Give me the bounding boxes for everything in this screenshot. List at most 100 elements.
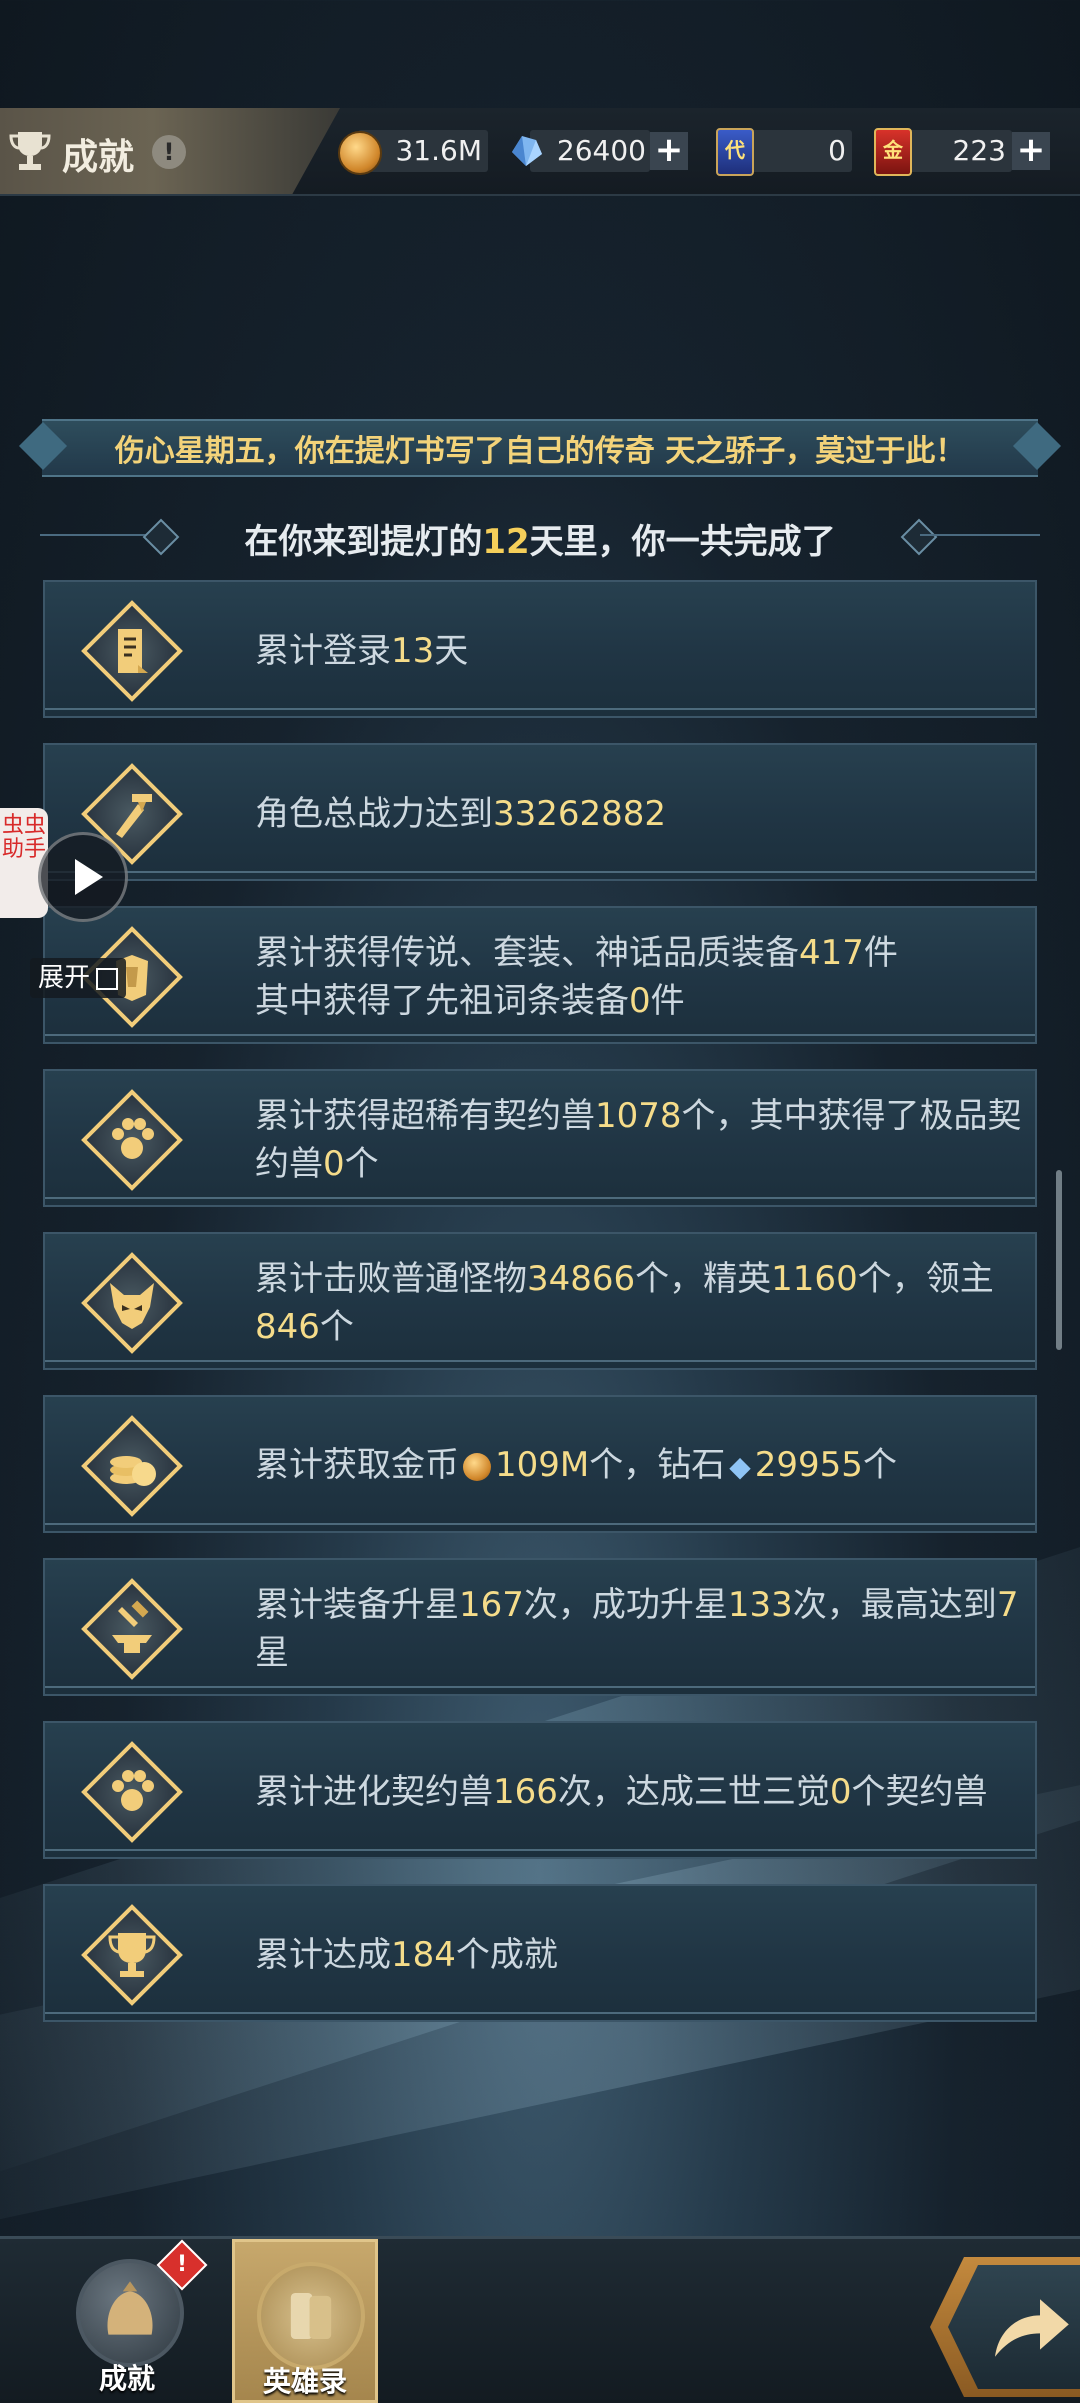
achievement-value: 33262882 (493, 794, 667, 834)
achievement-label: 个成就 (455, 1935, 558, 1975)
diamond-icon (512, 136, 542, 166)
gold-coin-icon (338, 131, 382, 175)
play-button[interactable] (38, 832, 128, 922)
achievement-row: 累计装备升星167次，成功升星133次，最高达到7 星 (43, 1558, 1037, 1696)
voucher-resource: 代 0 (712, 128, 852, 176)
expand-label: 展开 (38, 963, 91, 993)
achievement-label: 累计达成 (255, 1935, 391, 1975)
tab-hero-record-label: 英雄录 (262, 2365, 347, 2398)
scrollbar[interactable] (1056, 1170, 1062, 1350)
gold-card-value: 223 (952, 134, 1006, 167)
achievement-row: 累计获得超稀有契约兽1078个，其中获得了极品契约兽0个 (43, 1069, 1037, 1207)
achievement-value: 417 (799, 933, 864, 973)
share-button[interactable] (930, 2257, 1080, 2397)
anvil-hammer-icon (77, 1574, 187, 1684)
achievement-row: 累计达成184个成就 (43, 1884, 1037, 2022)
achievement-label: 个 (319, 1307, 354, 1347)
achievement-value: 34866 (527, 1259, 636, 1299)
achievement-label: 星 (255, 1633, 289, 1673)
achievement-value: 167 (459, 1585, 524, 1625)
achievement-text: 角色总战力达到33262882 (255, 745, 1025, 883)
achievement-row: 累计进化契约兽166次，达成三世三觉0个契约兽 (43, 1721, 1037, 1859)
achievement-label: 累计登录 (255, 631, 391, 671)
achievement-value: 13 (391, 631, 435, 671)
achievement-value: 0 (323, 1144, 345, 1184)
summary-text: 在你来到提灯的12天里，你一共完成了 (244, 522, 836, 562)
achievement-label: 件 (863, 933, 898, 973)
add-diamond-button[interactable]: + (650, 132, 688, 170)
achievement-label: 个 (862, 1445, 897, 1485)
tab-hero-record[interactable]: 英雄录 (232, 2239, 378, 2403)
achievement-label: 累计装备升星 (255, 1585, 459, 1625)
achievement-row: 累计获得传说、套装、神话品质装备417件 其中获得了先祖词条装备0件 (43, 906, 1037, 1044)
achievement-label: 累计获得超稀有契约兽 (255, 1096, 595, 1136)
gold-card-resource: 金 223 + (870, 128, 1054, 176)
achievement-value: 133 (727, 1585, 793, 1625)
achievement-value: 109M (495, 1445, 590, 1485)
achievement-value: 0 (629, 981, 651, 1021)
achievement-label: 次，达成三世三觉 (557, 1772, 830, 1812)
achievement-label: 累计进化契约兽 (255, 1772, 493, 1812)
trophy-icon (77, 1900, 187, 2010)
achievement-text: 累计进化契约兽166次，达成三世三觉0个契约兽 (255, 1723, 1025, 1861)
achievement-label: 次，最高达到 (792, 1585, 997, 1625)
achievement-label: 角色总战力达到 (255, 794, 493, 834)
achievement-label: 个 (344, 1144, 379, 1184)
trophy-icon (9, 132, 51, 170)
achievement-label: 件 (650, 981, 685, 1021)
achievement-label: 次，成功升星 (523, 1585, 728, 1625)
achievement-value: 184 (391, 1935, 456, 1975)
achievement-label: 天 (434, 631, 469, 671)
login-scroll-icon (77, 596, 187, 706)
coin-stack-icon (77, 1411, 187, 1521)
achievement-label: 个，领主 (857, 1259, 994, 1299)
achievement-value: 1160 (771, 1259, 858, 1299)
share-button-inner (948, 2265, 1080, 2389)
diamond-resource: 26400 + (506, 130, 692, 172)
title-plate: 成就 ! (0, 108, 340, 194)
add-gold-card-button[interactable]: + (1012, 132, 1050, 170)
achievement-label: 个，精英 (635, 1259, 772, 1299)
achievement-text: 累计击败普通怪物34866个，精英1160个，领主 846个 (255, 1234, 1025, 1372)
gold-card-icon: 金 (874, 128, 912, 176)
achievement-text: 累计登录13天 (255, 582, 1025, 720)
achievement-text: 累计获得超稀有契约兽1078个，其中获得了极品契约兽0个 (255, 1071, 1025, 1209)
expand-button[interactable]: 展开 (30, 958, 127, 998)
achievement-text: 累计装备升星167次，成功升星133次，最高达到7 星 (255, 1560, 1025, 1698)
achievement-label: 累计获得传说、套装、神话品质装备 (255, 933, 799, 973)
gold-value: 31.6M (395, 134, 482, 167)
achievement-value: 1078 (595, 1096, 682, 1136)
achievement-row: 累计登录13天 (43, 580, 1037, 718)
paw-beast-icon (77, 1085, 187, 1195)
achievement-value: 29955 (754, 1445, 863, 1485)
achievement-value: 846 (255, 1307, 320, 1347)
gold-resource: 31.6M (338, 130, 488, 175)
achievement-text: 累计达成184个成就 (255, 1886, 1025, 2024)
achievement-row: 累计击败普通怪物34866个，精英1160个，领主 846个 (43, 1232, 1037, 1370)
tab-achievements-label: 成就 (98, 2362, 155, 2395)
diamond-icon: ◆ (729, 1450, 751, 1483)
diamond-value: 26400 (556, 134, 646, 167)
achievement-label: 其中获得了先祖词条装备 (255, 981, 629, 1021)
top-bar: 成就 ! 31.6M 26400 + 代 0 金 223 + (0, 108, 1080, 196)
paw-evolve-icon (77, 1737, 187, 1847)
achievement-value: 7 (996, 1585, 1019, 1625)
banner-text: 伤心星期五，你在提灯书写了自己的传奇 天之骄子，莫过于此！ (114, 434, 966, 469)
info-icon[interactable]: ! (152, 135, 186, 169)
tab-achievements[interactable]: ! 成就 (54, 2239, 208, 2403)
achievement-value: 0 (829, 1772, 852, 1812)
page-title: 成就 (62, 137, 135, 178)
voucher-value: 0 (828, 134, 846, 167)
achievement-row: 累计获取金币●109M个，钻石◆29955个 (43, 1395, 1037, 1533)
gold-coin-icon: ● (463, 1452, 491, 1481)
achievement-label: 累计击败普通怪物 (255, 1259, 527, 1299)
achievement-value: 166 (493, 1772, 558, 1812)
achievement-text: 累计获取金币●109M个，钻石◆29955个 (255, 1397, 1025, 1535)
achievement-label: 累计获取金币 (255, 1445, 459, 1485)
bottom-nav: ! 成就 英雄录 (0, 2236, 1080, 2403)
hero-scroll-icon (257, 2262, 365, 2370)
voucher-card-icon: 代 (716, 128, 754, 176)
achievement-row: 角色总战力达到33262882 (43, 743, 1037, 881)
achievement-label: 个契约兽 (851, 1772, 988, 1812)
achievement-label: 个，钻石 (589, 1445, 726, 1485)
